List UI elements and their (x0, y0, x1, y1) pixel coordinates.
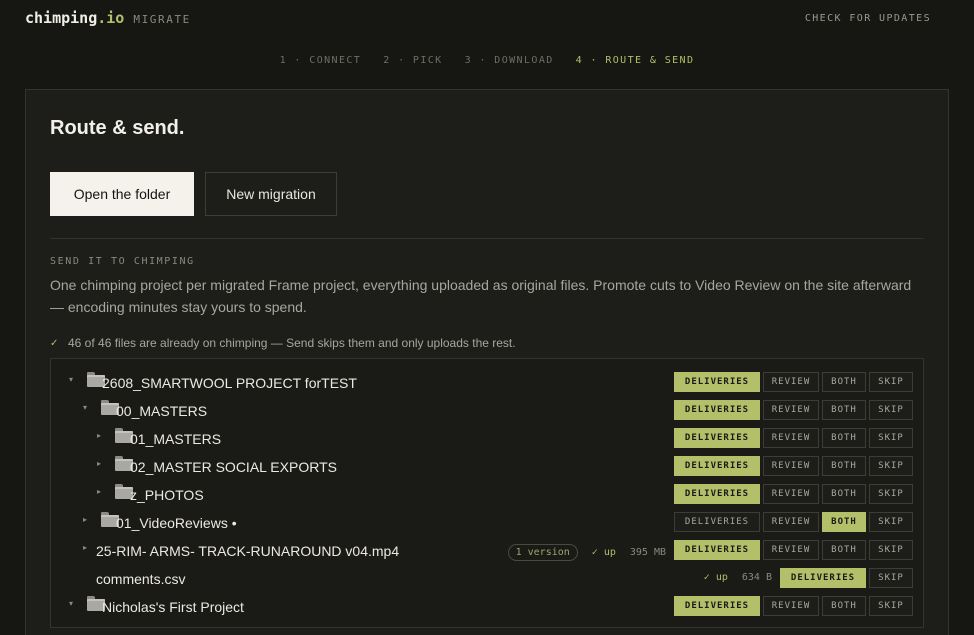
route-selector: DELIVERIES REVIEW BOTH SKIP (674, 484, 913, 504)
route-option-both[interactable]: BOTH (822, 428, 866, 448)
file-size: 634 B (741, 572, 772, 583)
route-option-review[interactable]: REVIEW (763, 456, 819, 476)
route-selector: DELIVERIES REVIEW BOTH SKIP (674, 428, 913, 448)
route-option-deliveries[interactable]: DELIVERIES (674, 484, 760, 504)
route-option-skip[interactable]: SKIP (869, 512, 913, 532)
route-option-both[interactable]: BOTH (822, 456, 866, 476)
tree-file-row[interactable]: comments.csv DELIVERIES SKIP ✓ up 634 B (51, 564, 923, 592)
brand-logo[interactable]: chimping .io MIGRATE (25, 9, 191, 27)
route-option-skip[interactable]: SKIP (869, 456, 913, 476)
route-option-skip[interactable]: SKIP (869, 568, 913, 588)
tree-folder-row[interactable]: ▾ Nicholas's First Project DELIVERIES REVIE… (51, 592, 923, 620)
tree-item-name: 01_MASTERS (130, 431, 222, 447)
route-option-review[interactable]: REVIEW (763, 512, 819, 532)
tree-folder-row[interactable]: ▾ 00_MASTERS DELIVERIES REVIEW BOTH SKIP (51, 396, 923, 424)
check-icon: ✓ (50, 337, 59, 349)
route-selector: DELIVERIES REVIEW BOTH SKIP (674, 372, 913, 392)
tree-item-name: comments.csv (96, 571, 186, 587)
route-option-both[interactable]: BOTH (822, 540, 866, 560)
stepper: 1 · CONNECT 2 · PICK 3 · DOWNLOAD 4 · RO… (0, 55, 974, 66)
section-label: SEND IT TO CHIMPING (50, 256, 195, 267)
step-route-send[interactable]: 4 · ROUTE & SEND (576, 55, 695, 66)
route-option-deliveries[interactable]: DELIVERIES (674, 540, 760, 560)
chevron-down-icon[interactable]: ▾ (66, 599, 76, 608)
tree-item-name: 00_MASTERS (116, 403, 208, 419)
tree-folder-row[interactable]: ▸ 02_MASTER SOCIAL EXPORTS DELIVERIES REVIE… (51, 452, 923, 480)
chevron-down-icon[interactable]: ▾ (66, 375, 76, 384)
new-migration-button[interactable]: New migration (205, 172, 337, 216)
file-meta: 1 version ✓ up 395 MB (507, 544, 666, 561)
file-size: 395 MB (629, 547, 666, 558)
brand-tld: .io (97, 9, 125, 27)
chevron-right-icon[interactable]: ▸ (94, 459, 104, 468)
chevron-right-icon[interactable]: ▸ (80, 543, 90, 552)
route-selector: DELIVERIES REVIEW BOTH SKIP (674, 540, 913, 560)
route-option-skip[interactable]: SKIP (869, 596, 913, 616)
route-option-both[interactable]: BOTH (822, 484, 866, 504)
route-option-skip[interactable]: SKIP (869, 540, 913, 560)
brand-subtitle: MIGRATE (133, 13, 191, 26)
route-option-review[interactable]: REVIEW (763, 400, 819, 420)
top-bar: chimping .io MIGRATE CHECK FOR UPDATES (0, 0, 974, 40)
project-tree: ▾ 2608_SMARTWOOL PROJECT forTEST DELIVERIE… (50, 358, 924, 628)
route-option-deliveries[interactable]: DELIVERIES (780, 568, 866, 588)
notice-text: 46 of 46 files are already on chimping —… (68, 336, 516, 350)
upload-status-notice: ✓ 46 of 46 files are already on chimping… (50, 336, 516, 350)
version-badge[interactable]: 1 version (507, 544, 578, 561)
route-send-panel: Route & send. Open the folder New migrat… (25, 89, 949, 635)
chevron-right-icon[interactable]: ▸ (80, 515, 90, 524)
route-option-deliveries[interactable]: DELIVERIES (674, 512, 760, 532)
route-selector: DELIVERIES REVIEW BOTH SKIP (674, 512, 913, 532)
route-option-review[interactable]: REVIEW (763, 540, 819, 560)
route-option-deliveries[interactable]: DELIVERIES (674, 456, 760, 476)
chevron-right-icon[interactable]: ▸ (94, 487, 104, 496)
step-download[interactable]: 3 · DOWNLOAD (465, 55, 554, 66)
route-option-skip[interactable]: SKIP (869, 372, 913, 392)
tree-file-row[interactable]: ▸ 25-RIM- ARMS- TRACK-RUNAROUND v04.mp4 DE… (51, 536, 923, 564)
route-option-review[interactable]: REVIEW (763, 596, 819, 616)
route-selector: DELIVERIES REVIEW BOTH SKIP (674, 400, 913, 420)
tree-item-name: Nicholas's First Project (102, 599, 244, 615)
route-selector: DELIVERIES REVIEW BOTH SKIP (674, 596, 913, 616)
tree-item-name: 02_MASTER SOCIAL EXPORTS (130, 459, 337, 475)
route-selector: DELIVERIES REVIEW BOTH SKIP (674, 456, 913, 476)
route-option-both[interactable]: BOTH (822, 372, 866, 392)
tree-folder-row[interactable]: ▸ 01_VideoReviews • DELIVERIES REVIEW BOTH SK… (51, 508, 923, 536)
page-title: Route & send. (50, 117, 185, 139)
section-description: One chimping project per migrated Frame … (50, 277, 912, 315)
upload-status-badge: ✓ up (703, 572, 728, 583)
route-option-skip[interactable]: SKIP (869, 428, 913, 448)
route-option-deliveries[interactable]: DELIVERIES (674, 596, 760, 616)
step-connect[interactable]: 1 · CONNECT (280, 55, 362, 66)
tree-folder-row[interactable]: ▸ z_PHOTOS DELIVERIES REVIEW BOTH SKIP (51, 480, 923, 508)
route-option-review[interactable]: REVIEW (763, 484, 819, 504)
route-selector: DELIVERIES SKIP (780, 568, 913, 588)
brand-name: chimping (25, 9, 98, 27)
route-option-deliveries[interactable]: DELIVERIES (674, 372, 760, 392)
tree-item-name: z_PHOTOS (130, 487, 204, 503)
route-option-skip[interactable]: SKIP (869, 400, 913, 420)
divider (50, 238, 924, 239)
chevron-right-icon[interactable]: ▸ (94, 431, 104, 440)
route-option-both[interactable]: BOTH (822, 512, 866, 532)
route-option-both[interactable]: BOTH (822, 400, 866, 420)
tree-item-name: 25-RIM- ARMS- TRACK-RUNAROUND v04.mp4 (96, 543, 400, 559)
route-option-deliveries[interactable]: DELIVERIES (674, 400, 760, 420)
route-option-review[interactable]: REVIEW (763, 428, 819, 448)
route-option-review[interactable]: REVIEW (763, 372, 819, 392)
tree-item-name: 01_VideoReviews • (116, 515, 237, 531)
open-folder-button[interactable]: Open the folder (50, 172, 194, 216)
upload-status-badge: ✓ up (591, 547, 616, 558)
chevron-down-icon[interactable]: ▾ (80, 403, 90, 412)
tree-folder-row[interactable]: ▾ 2608_SMARTWOOL PROJECT forTEST DELIVERIE… (51, 368, 923, 396)
tree-item-name: 2608_SMARTWOOL PROJECT forTEST (102, 375, 357, 391)
check-for-updates-link[interactable]: CHECK FOR UPDATES (805, 13, 931, 24)
route-option-both[interactable]: BOTH (822, 596, 866, 616)
route-option-skip[interactable]: SKIP (869, 484, 913, 504)
file-meta: ✓ up 634 B (704, 572, 772, 583)
tree-folder-row[interactable]: ▸ 01_MASTERS DELIVERIES REVIEW BOTH SKIP (51, 424, 923, 452)
step-pick[interactable]: 2 · PICK (383, 55, 442, 66)
route-option-deliveries[interactable]: DELIVERIES (674, 428, 760, 448)
